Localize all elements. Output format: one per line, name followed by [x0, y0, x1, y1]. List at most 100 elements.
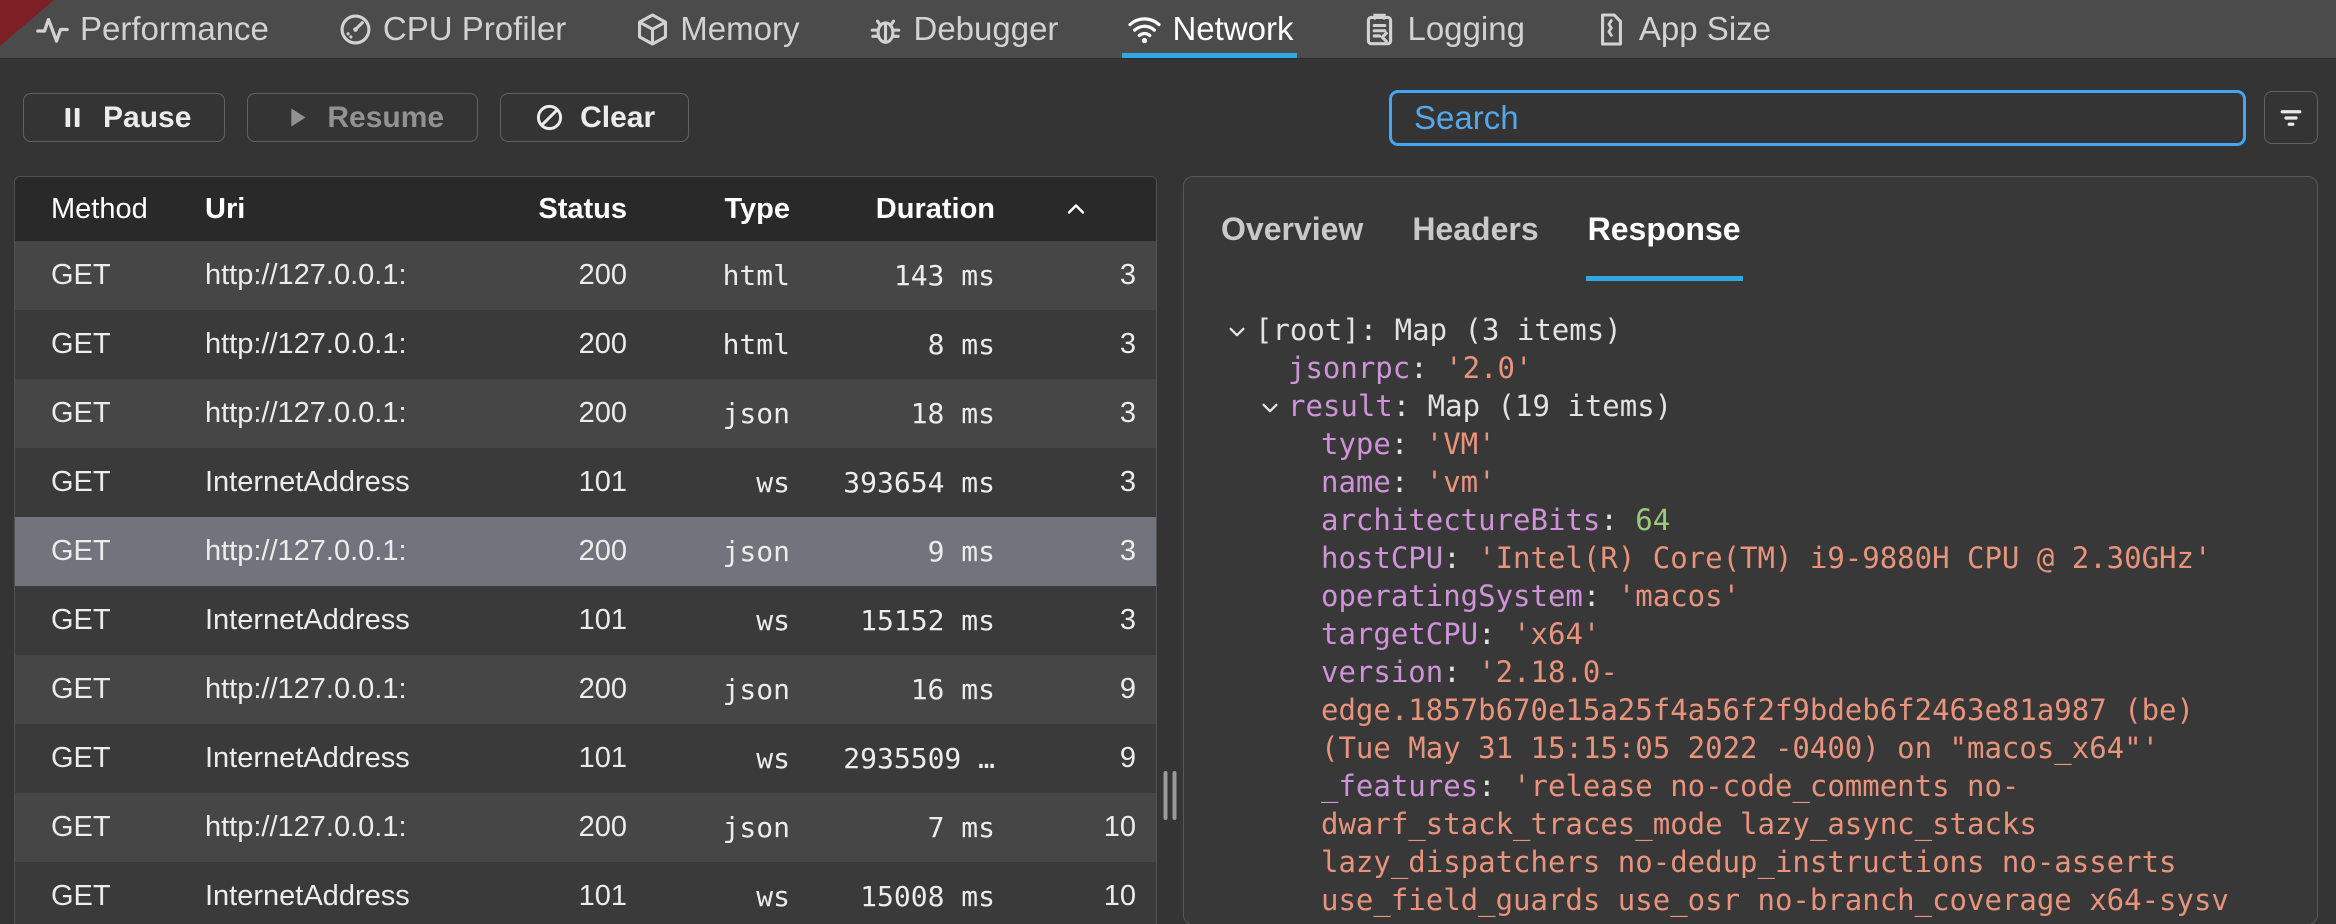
- json-plain: :: [1443, 655, 1478, 689]
- pause-button[interactable]: Pause: [23, 93, 225, 142]
- column-header-uri[interactable]: Uri: [185, 193, 490, 226]
- memory-icon: [634, 11, 671, 48]
- json-string: 'x64': [1513, 617, 1600, 651]
- cell-type: json: [630, 673, 790, 706]
- json-tree-line: architectureBits: 64: [1184, 501, 2317, 539]
- json-string: 'Intel(R) Core(TM) i9-9880H CPU @ 2.30GH…: [1478, 541, 2211, 575]
- json-key: jsonrpc: [1288, 351, 1410, 385]
- json-tree-line: targetCPU: 'x64': [1184, 615, 2317, 653]
- tab-label: App Size: [1639, 10, 1771, 48]
- column-header-type[interactable]: Type: [630, 193, 790, 226]
- json-key: name: [1321, 465, 1391, 499]
- logging-icon: [1361, 11, 1398, 48]
- cell-duration: 15152 ms: [790, 604, 995, 637]
- tab-debugger[interactable]: Debugger: [833, 0, 1092, 58]
- request-row[interactable]: GEThttp://127.0.0.1:200html143 ms3: [15, 241, 1156, 310]
- column-header-timeline[interactable]: [995, 202, 1156, 216]
- cell-duration: 18 ms: [790, 397, 995, 430]
- tab-label: CPU Profiler: [383, 10, 566, 48]
- json-tree-line[interactable]: [root]: Map (3 items): [1184, 311, 2317, 349]
- cell-uri: InternetAddress: [185, 742, 490, 775]
- tab-app-size[interactable]: App Size: [1559, 0, 1805, 58]
- json-key: hostCPU: [1321, 541, 1443, 575]
- json-plain: :: [1443, 541, 1478, 575]
- resume-icon: [281, 102, 312, 133]
- request-row[interactable]: GETInternetAddress101ws15152 ms3: [15, 586, 1156, 655]
- request-row[interactable]: GEThttp://127.0.0.1:200json7 ms10: [15, 793, 1156, 862]
- json-tree-line: lazy_dispatchers no-dedup_instructions n…: [1184, 843, 2317, 881]
- json-tree-line: hostCPU: 'Intel(R) Core(TM) i9-9880H CPU…: [1184, 539, 2317, 577]
- column-header-method[interactable]: Method: [15, 193, 185, 226]
- details-tab-bar: Overview Headers Response: [1184, 177, 2317, 281]
- request-row[interactable]: GETInternetAddress101ws15008 ms10: [15, 862, 1156, 924]
- panel-splitter: [1157, 176, 1183, 924]
- request-row[interactable]: GETInternetAddress101ws393654 ms3: [15, 448, 1156, 517]
- json-string: 'release no-code_comments no-: [1513, 769, 2019, 803]
- main-tab-bar: PerformanceCPU ProfilerMemoryDebuggerNet…: [0, 0, 2336, 59]
- request-row[interactable]: GEThttp://127.0.0.1:200json9 ms3: [15, 517, 1156, 586]
- cell-duration: 16 ms: [790, 673, 995, 706]
- cell-method: GET: [15, 535, 185, 568]
- column-header-status[interactable]: Status: [490, 193, 630, 226]
- resume-button[interactable]: Resume: [247, 93, 478, 142]
- json-tree-line: name: 'vm': [1184, 463, 2317, 501]
- tab-cpu-profiler[interactable]: CPU Profiler: [303, 0, 600, 58]
- cell-timeline: 3: [995, 466, 1156, 499]
- details-tab-headers[interactable]: Headers: [1412, 177, 1538, 281]
- network-icon: [1126, 11, 1163, 48]
- json-string: '2.0': [1445, 351, 1532, 385]
- tab-label: Memory: [680, 10, 799, 48]
- json-tree-line[interactable]: result: Map (19 items): [1184, 387, 2317, 425]
- cell-uri: http://127.0.0.1:: [185, 811, 490, 844]
- json-number: 64: [1635, 503, 1670, 537]
- cell-uri: http://127.0.0.1:: [185, 328, 490, 361]
- requests-table-header: MethodUriStatusTypeDuration: [15, 177, 1156, 241]
- cpu-profiler-icon: [337, 11, 374, 48]
- request-row[interactable]: GEThttp://127.0.0.1:200json18 ms3: [15, 379, 1156, 448]
- pause-icon: [57, 102, 88, 133]
- json-key: version: [1321, 655, 1443, 689]
- cell-method: GET: [15, 811, 185, 844]
- cell-duration: 9 ms: [790, 535, 995, 568]
- expand-caret-icon[interactable]: [1226, 311, 1255, 349]
- cell-timeline: 3: [995, 328, 1156, 361]
- clear-button[interactable]: Clear: [500, 93, 689, 142]
- search-input[interactable]: [1392, 99, 2243, 137]
- details-tab-response[interactable]: Response: [1588, 177, 1741, 281]
- cell-duration: 8 ms: [790, 328, 995, 361]
- details-tab-overview[interactable]: Overview: [1221, 177, 1363, 281]
- json-key: targetCPU: [1321, 617, 1478, 651]
- request-row[interactable]: GETInternetAddress101ws2935509 …9: [15, 724, 1156, 793]
- json-string: (Tue May 31 15:15:05 2022 -0400) on "mac…: [1321, 731, 2159, 765]
- cell-type: json: [630, 397, 790, 430]
- cell-timeline: 3: [995, 535, 1156, 568]
- tab-memory[interactable]: Memory: [600, 0, 833, 58]
- json-plain: : Map (19 items): [1393, 389, 1672, 423]
- column-header-duration[interactable]: Duration: [790, 193, 995, 226]
- json-key: architectureBits: [1321, 503, 1600, 537]
- cell-type: ws: [630, 880, 790, 913]
- cell-uri: http://127.0.0.1:: [185, 673, 490, 706]
- json-tree-line: type: 'VM': [1184, 425, 2317, 463]
- splitter-drag-handle[interactable]: [1164, 771, 1177, 820]
- tab-logging[interactable]: Logging: [1327, 0, 1558, 58]
- request-row[interactable]: GEThttp://127.0.0.1:200json16 ms9: [15, 655, 1156, 724]
- expand-caret-icon[interactable]: [1259, 387, 1288, 425]
- json-tree-line: use_field_guards use_osr no-branch_cover…: [1184, 881, 2317, 919]
- json-string: lazy_dispatchers no-dedup_instructions n…: [1321, 845, 2177, 879]
- debug-banner-corner: [0, 0, 54, 46]
- cell-uri: InternetAddress: [185, 466, 490, 499]
- cell-status: 200: [490, 259, 630, 292]
- request-row[interactable]: GEThttp://127.0.0.1:200html8 ms3: [15, 310, 1156, 379]
- network-content: MethodUriStatusTypeDuration GEThttp://12…: [0, 176, 2336, 924]
- cell-type: ws: [630, 742, 790, 775]
- json-string: use_field_guards use_osr no-branch_cover…: [1321, 883, 2229, 917]
- tab-network[interactable]: Network: [1092, 0, 1327, 58]
- cell-status: 101: [490, 742, 630, 775]
- filter-button[interactable]: [2264, 91, 2318, 144]
- cell-status: 101: [490, 604, 630, 637]
- json-plain: :: [1391, 427, 1426, 461]
- cell-uri: http://127.0.0.1:: [185, 397, 490, 430]
- json-tree-line: operatingSystem: 'macos': [1184, 577, 2317, 615]
- json-plain: :: [1478, 769, 1513, 803]
